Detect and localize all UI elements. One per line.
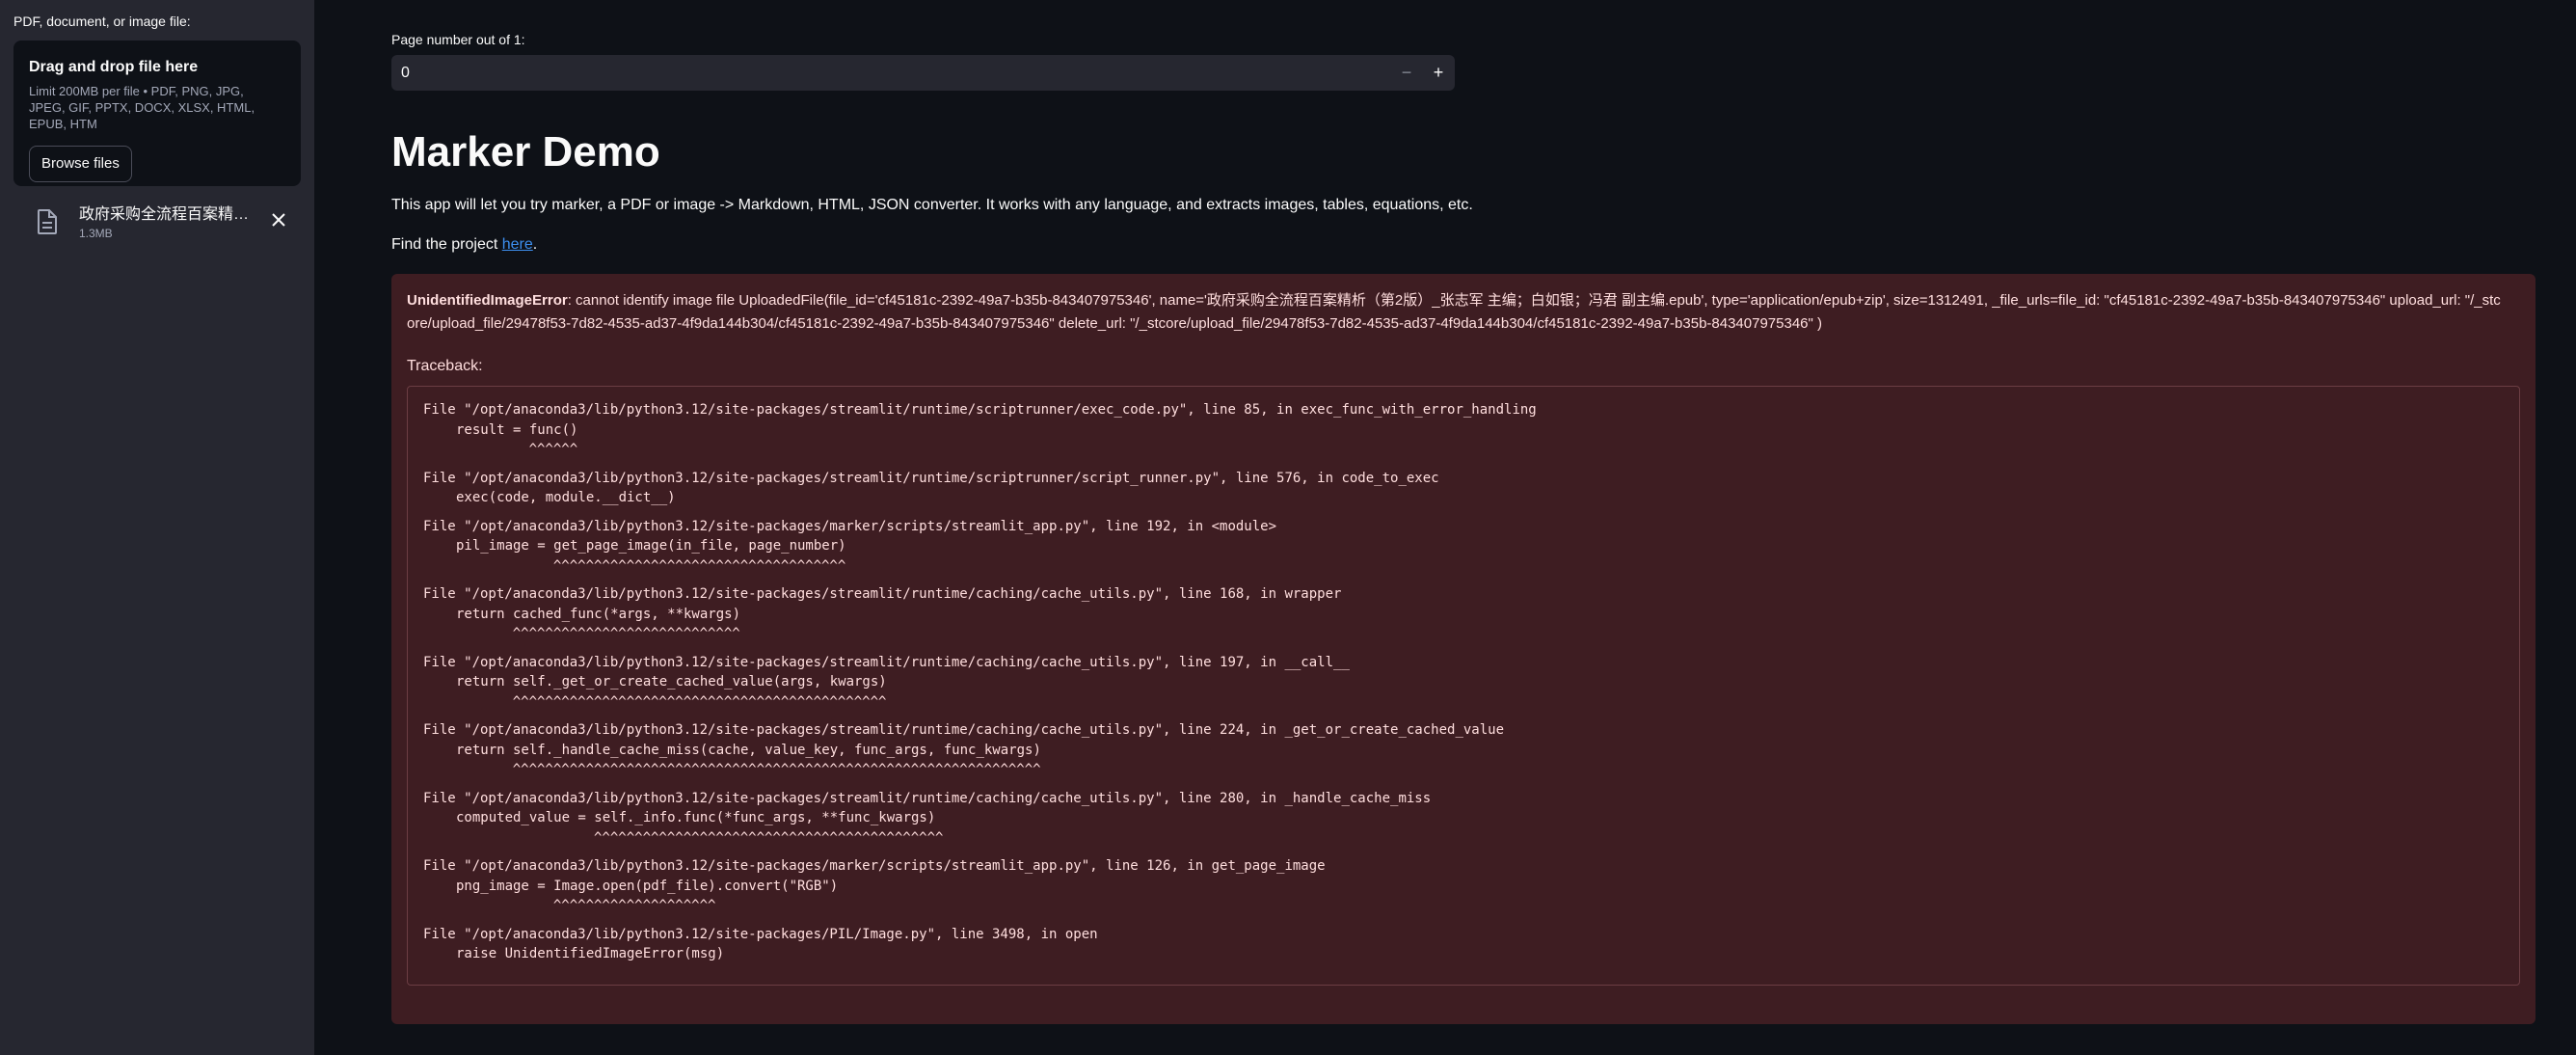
frame-caret-line: ^^^^^^^^^^^^^^^^^^^^^^^^^^^^^^^^^^^^^^^^…: [423, 762, 1041, 777]
project-link[interactable]: here: [502, 236, 533, 253]
close-icon[interactable]: [268, 209, 289, 230]
error-box: UnidentifiedImageError: cannot identify …: [391, 274, 2536, 1024]
traceback-frame: File "/opt/anaconda3/lib/python3.12/site…: [423, 584, 2504, 644]
frame-code-line: return self._get_or_create_cached_value(…: [456, 674, 887, 690]
page-number-input[interactable]: [391, 55, 1391, 91]
frame-code-line: return self._handle_cache_miss(cache, va…: [456, 742, 1041, 758]
browse-files-button[interactable]: Browse files: [29, 146, 132, 182]
intro-text: This app will let you try marker, a PDF …: [391, 197, 1473, 213]
traceback-label: Traceback:: [407, 358, 483, 374]
uploader-label: PDF, document, or image file:: [13, 14, 191, 29]
frame-caret-line: ^^^^^^^^^^^^^^^^^^^^^^^^^^^^^^^^^^^^: [423, 557, 846, 574]
frame-caret-line: ^^^^^^: [423, 442, 578, 457]
traceback-frame: File "/opt/anaconda3/lib/python3.12/site…: [423, 856, 2504, 916]
uploaded-file-size: 1.3MB: [79, 227, 113, 240]
uploaded-file-item: 政府采购全流程百案精析（第2版）_张志军 主编；白如银；冯君 副主编.epub …: [13, 203, 301, 250]
minus-icon: −: [1401, 63, 1412, 82]
frame-code-line: pil_image = get_page_image(in_file, page…: [456, 538, 846, 554]
find-prefix: Find the project: [391, 236, 502, 253]
find-suffix: .: [532, 236, 538, 253]
plus-icon: +: [1433, 63, 1444, 82]
frame-code-line: computed_value = self._info.func(*func_a…: [456, 810, 936, 825]
frame-code-line: result = func(): [456, 421, 578, 438]
frame-file-line: File "/opt/anaconda3/lib/python3.12/site…: [423, 790, 1432, 806]
file-dropzone[interactable]: Drag and drop file here Limit 200MB per …: [13, 41, 301, 186]
frame-file-line: File "/opt/anaconda3/lib/python3.12/site…: [423, 722, 1505, 738]
frame-file-line: File "/opt/anaconda3/lib/python3.12/site…: [423, 518, 1277, 534]
traceback-frame: File "/opt/anaconda3/lib/python3.12/site…: [423, 653, 2504, 713]
decrement-button[interactable]: −: [1391, 55, 1422, 91]
frame-code-line: raise UnidentifiedImageError(msg): [456, 946, 725, 961]
traceback-frame: File "/opt/anaconda3/lib/python3.12/site…: [423, 720, 2504, 780]
frame-file-line: File "/opt/anaconda3/lib/python3.12/site…: [423, 654, 1350, 670]
dropzone-limits: Limit 200MB per file • PDF, PNG, JPG, JP…: [29, 84, 255, 131]
frame-file-line: File "/opt/anaconda3/lib/python3.12/site…: [423, 858, 1326, 874]
page-number-label: Page number out of 1:: [391, 32, 525, 47]
frame-code-line: png_image = Image.open(pdf_file).convert…: [456, 878, 839, 894]
frame-caret-line: ^^^^^^^^^^^^^^^^^^^^^^^^^^^^^^^^^^^^^^^^…: [423, 829, 944, 846]
traceback-frame: File "/opt/anaconda3/lib/python3.12/site…: [423, 789, 2504, 849]
sidebar: PDF, document, or image file: Drag and d…: [0, 0, 314, 1055]
traceback-frame: File "/opt/anaconda3/lib/python3.12/site…: [423, 925, 2504, 964]
page-title: Marker Demo: [391, 128, 660, 176]
frame-file-line: File "/opt/anaconda3/lib/python3.12/site…: [423, 402, 1537, 418]
frame-caret-line: ^^^^^^^^^^^^^^^^^^^^^^^^^^^^^^^^^^^^^^^^…: [423, 693, 887, 710]
dropzone-title: Drag and drop file here: [29, 59, 199, 75]
traceback-frame: File "/opt/anaconda3/lib/python3.12/site…: [423, 469, 2504, 508]
increment-button[interactable]: +: [1422, 55, 1455, 91]
frame-file-line: File "/opt/anaconda3/lib/python3.12/site…: [423, 586, 1342, 602]
frame-code-line: exec(code, module.__dict__): [456, 490, 676, 505]
frame-caret-line: ^^^^^^^^^^^^^^^^^^^^^^^^^^^^: [423, 626, 740, 641]
error-detail: : cannot identify image file UploadedFil…: [407, 292, 2501, 332]
frame-file-line: File "/opt/anaconda3/lib/python3.12/site…: [423, 470, 1439, 486]
page-number-input-group: − +: [391, 55, 1455, 91]
error-message: UnidentifiedImageError: cannot identify …: [407, 289, 2509, 336]
file-icon: [38, 209, 57, 234]
frame-code-line: return cached_func(*args, **kwargs): [456, 606, 741, 622]
traceback-frame: File "/opt/anaconda3/lib/python3.12/site…: [423, 517, 2504, 577]
traceback-box: File "/opt/anaconda3/lib/python3.12/site…: [407, 386, 2520, 986]
frame-caret-line: ^^^^^^^^^^^^^^^^^^^^: [423, 898, 716, 913]
error-type: UnidentifiedImageError: [407, 292, 568, 309]
find-project-text: Find the project here.: [391, 235, 537, 255]
traceback-frame: File "/opt/anaconda3/lib/python3.12/site…: [423, 400, 2504, 460]
frame-file-line: File "/opt/anaconda3/lib/python3.12/site…: [423, 926, 1098, 942]
uploaded-file-name: 政府采购全流程百案精析（第2版）_张志军 主编；白如银；冯君 副主编.epub: [79, 206, 262, 223]
